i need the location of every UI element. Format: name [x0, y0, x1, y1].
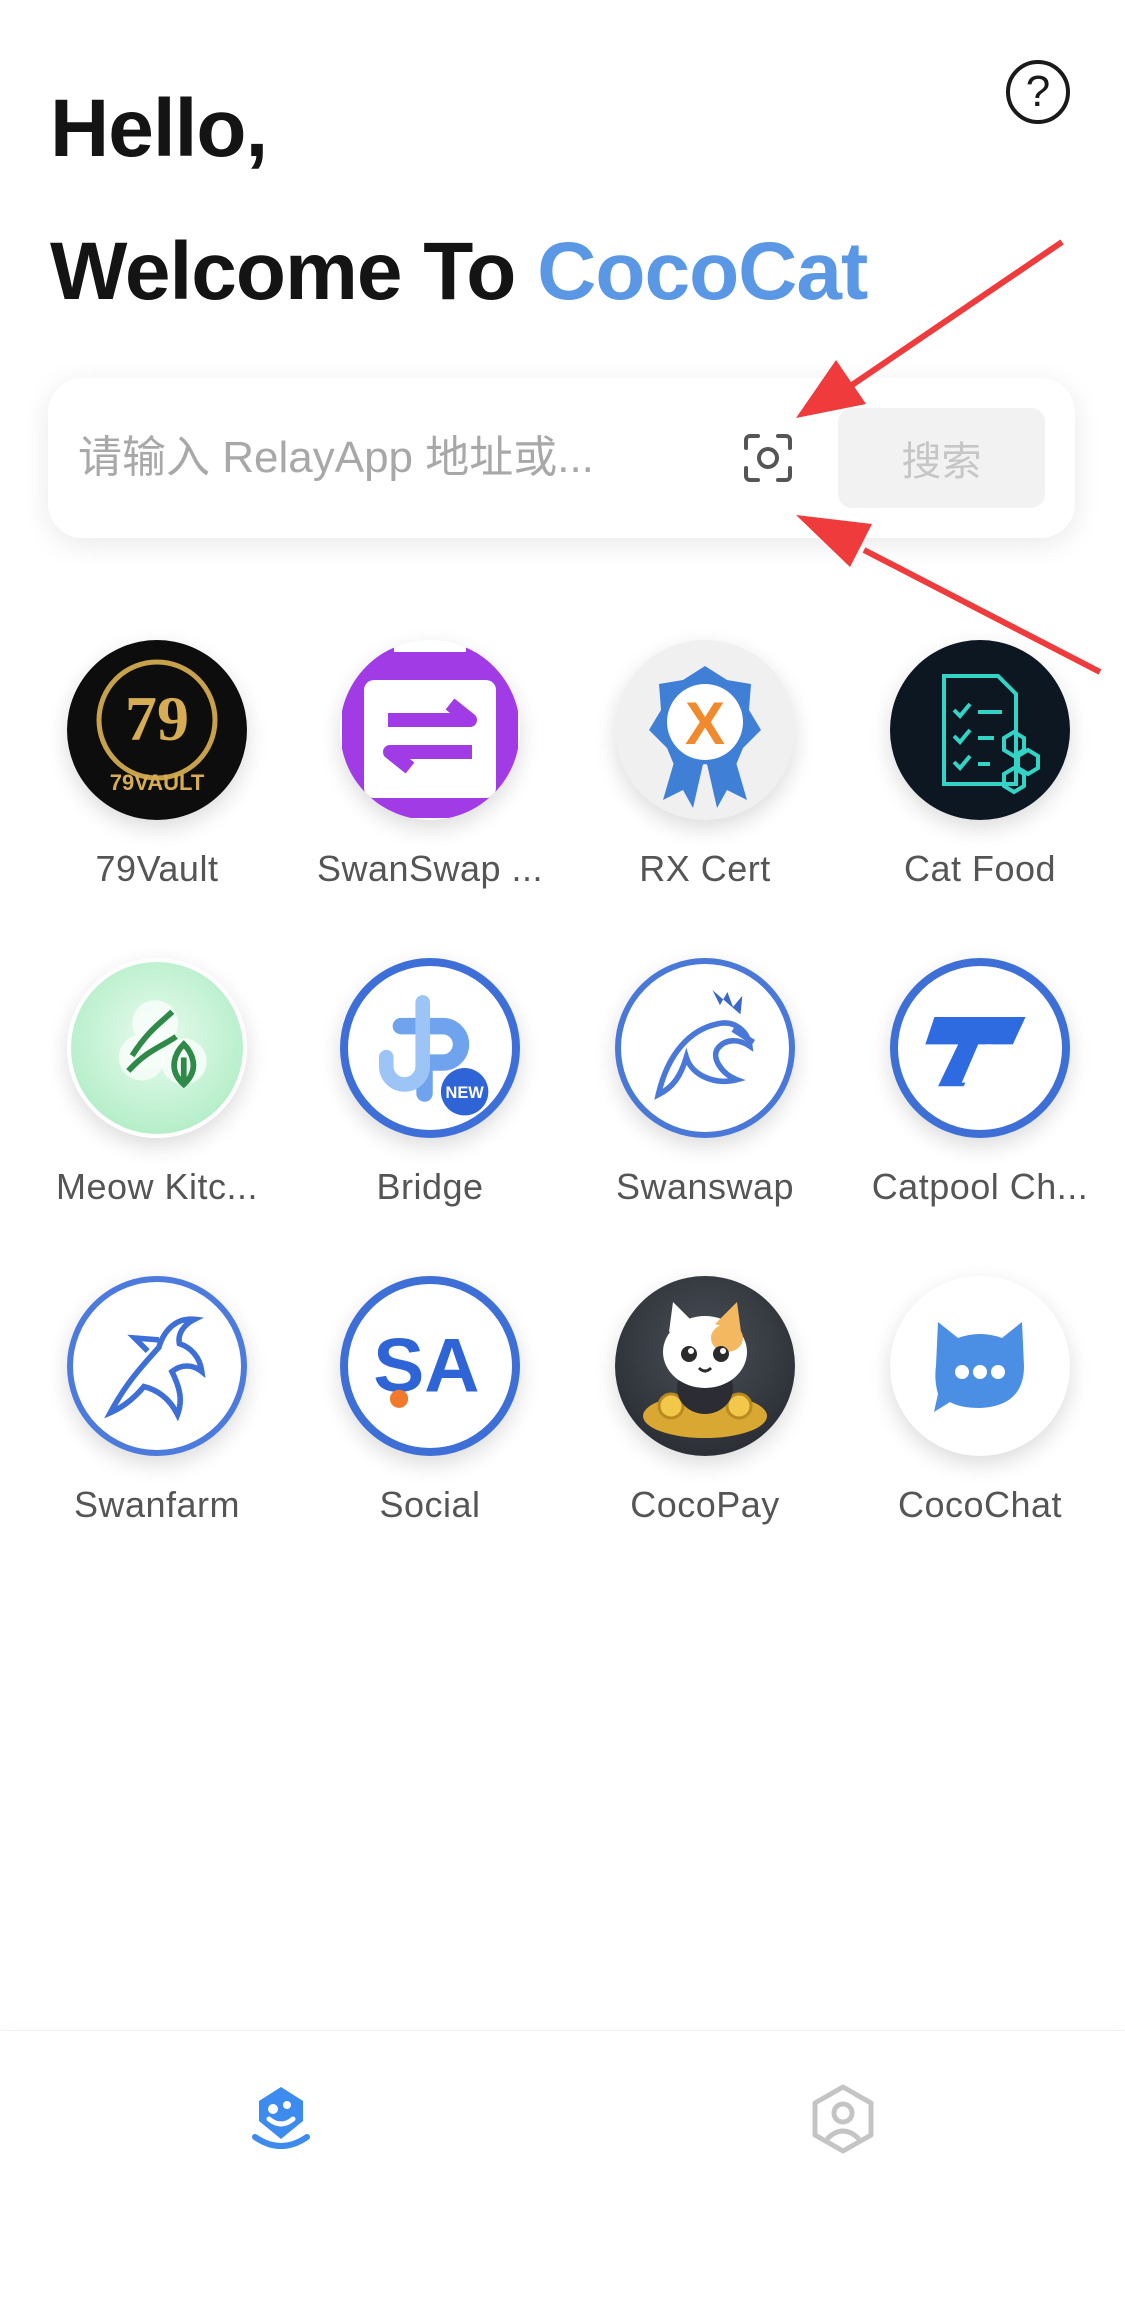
- cat-food-document-icon: [890, 640, 1070, 820]
- app-tile[interactable]: CocoChat: [845, 1276, 1115, 1526]
- help-icon: ?: [1025, 67, 1051, 116]
- app-tile[interactable]: SwanSwap ...: [295, 640, 565, 890]
- app-label: 79Vault: [95, 848, 219, 889]
- app-label: Social: [379, 1484, 481, 1525]
- app-tile[interactable]: X RX Cert: [570, 640, 840, 890]
- app-tile[interactable]: Swanswap: [570, 958, 840, 1208]
- tab-discover[interactable]: [241, 2079, 321, 2159]
- tab-profile[interactable]: [803, 2079, 883, 2159]
- app-label: SwanSwap ...: [316, 848, 544, 889]
- app-tile[interactable]: Cat Food: [845, 640, 1115, 890]
- catpool-icon: [890, 958, 1070, 1138]
- social-sa-icon: SA: [340, 1276, 520, 1456]
- bridge-new-badge: NEW: [445, 1084, 484, 1102]
- rx-cert-badge-icon: X: [615, 640, 795, 820]
- welcome-title: Welcome To CocoCat: [50, 225, 868, 319]
- bridge-icon: NEW: [340, 958, 520, 1138]
- help-button[interactable]: ?: [1006, 60, 1070, 124]
- app-label: CocoChat: [897, 1484, 1063, 1525]
- app-tile[interactable]: 79 79VAULT 79Vault: [22, 640, 292, 890]
- app-tile[interactable]: Meow Kitc...: [22, 958, 292, 1208]
- app-label: CocoPay: [630, 1484, 780, 1525]
- app-tile[interactable]: CocoPay: [570, 1276, 840, 1526]
- swan-icon: [615, 958, 795, 1138]
- scan-icon: [744, 434, 792, 482]
- 79vault-icon: 79 79VAULT: [67, 640, 247, 820]
- meow-kitchen-leaf-icon: [67, 958, 247, 1138]
- app-label: Bridge: [376, 1166, 484, 1207]
- app-tile[interactable]: Swanfarm: [22, 1276, 292, 1526]
- search-button[interactable]: 搜索: [838, 408, 1045, 508]
- app-tile[interactable]: NEW Bridge: [295, 958, 565, 1208]
- app-label: Catpool Ch...: [871, 1166, 1089, 1207]
- cocopay-cat-icon: [615, 1276, 795, 1456]
- cocochat-icon: [890, 1276, 1070, 1456]
- app-label: Meow Kitc...: [55, 1166, 259, 1207]
- search-button-label: 搜索: [901, 440, 982, 484]
- search-input[interactable]: [78, 418, 728, 498]
- brand-name: CocoCat: [537, 226, 868, 317]
- scan-button[interactable]: [738, 428, 798, 488]
- discover-icon: [252, 2087, 310, 2149]
- search-card: 搜索: [48, 378, 1075, 538]
- 79vault-number: 79: [125, 683, 189, 754]
- greeting-title: Hello,: [50, 83, 268, 174]
- swanfarm-icon: [67, 1276, 247, 1456]
- app-label: RX Cert: [639, 848, 771, 889]
- app-tile[interactable]: Catpool Ch...: [845, 958, 1115, 1208]
- svg-text:X: X: [685, 690, 725, 757]
- app-label: Cat Food: [903, 848, 1057, 889]
- app-tile[interactable]: SA Social: [295, 1276, 565, 1526]
- app-label: Swanswap: [615, 1166, 795, 1207]
- swanswap-calendar-icon: [340, 640, 520, 820]
- 79vault-wordmark: 79VAULT: [110, 770, 205, 795]
- social-monogram: SA: [373, 1324, 479, 1409]
- profile-hexagon-icon: [812, 2084, 874, 2154]
- bottom-tab-bar: [0, 2030, 1125, 2305]
- app-label: Swanfarm: [73, 1484, 241, 1525]
- welcome-prefix: Welcome To: [50, 226, 538, 317]
